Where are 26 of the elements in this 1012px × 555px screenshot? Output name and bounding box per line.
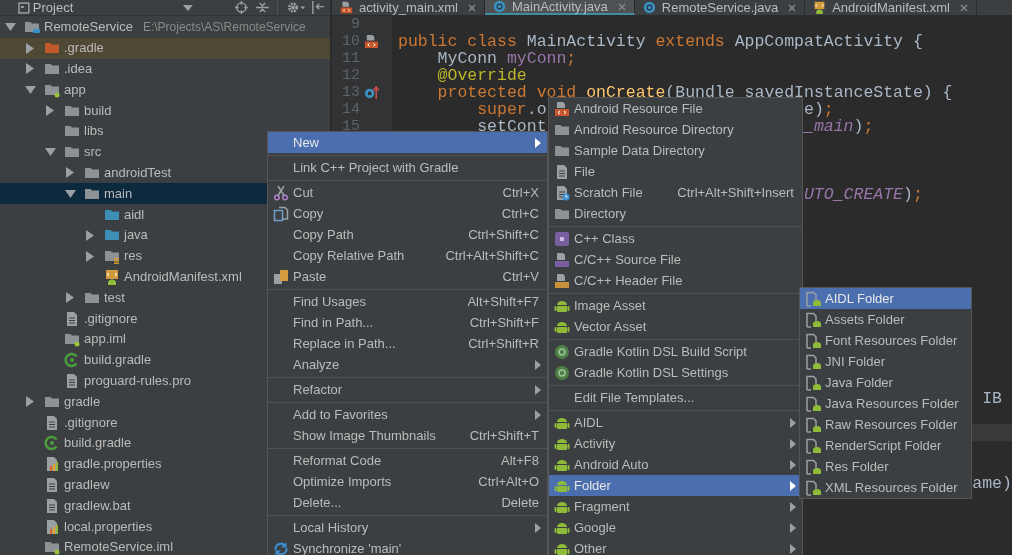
code-line: _main); bbox=[804, 118, 874, 135]
shortcut-label: Ctrl+Shift+T bbox=[468, 427, 540, 445]
shortcut-label: Ctrl+Shift+R bbox=[467, 335, 540, 353]
code-line: e); bbox=[804, 101, 834, 118]
code-line: MyConn myConn; bbox=[437, 50, 577, 67]
shortcut-label: Ctrl+V bbox=[501, 268, 540, 286]
shortcut-label: Alt+Shift+F7 bbox=[466, 293, 540, 311]
code-line: ame) bbox=[972, 475, 1012, 492]
code-line: protected void onCreate(Bundle savedInstanceState) { bbox=[437, 84, 953, 101]
code-line: super.o bbox=[477, 101, 547, 118]
shortcut-label: Delete bbox=[500, 494, 540, 512]
shortcut-label: Ctrl+Shift+C bbox=[467, 226, 540, 244]
code-line: public class MainActivity extends AppCompatActivity { bbox=[398, 33, 923, 50]
project-path: E:\Projects\AS\RemoteService bbox=[142, 19, 306, 37]
shortcut-label: Ctrl+Alt+Shift+Insert bbox=[676, 184, 795, 202]
shortcut-label: Ctrl+X bbox=[501, 184, 540, 202]
shortcut-label: Ctrl+Shift+F bbox=[468, 314, 540, 332]
code-line: @Override bbox=[437, 67, 527, 84]
panel-title: Project bbox=[32, 0, 74, 15]
code-line: setCont bbox=[477, 118, 547, 135]
code-line: UTO_CREATE); bbox=[803, 186, 923, 203]
shortcut-label: Alt+F8 bbox=[500, 452, 540, 470]
shortcut-label: Ctrl+C bbox=[500, 205, 540, 223]
shortcut-label: Ctrl+Alt+Shift+C bbox=[444, 247, 540, 265]
shortcut-label: Ctrl+Alt+O bbox=[477, 473, 540, 491]
code-line: IB bbox=[982, 390, 1002, 407]
